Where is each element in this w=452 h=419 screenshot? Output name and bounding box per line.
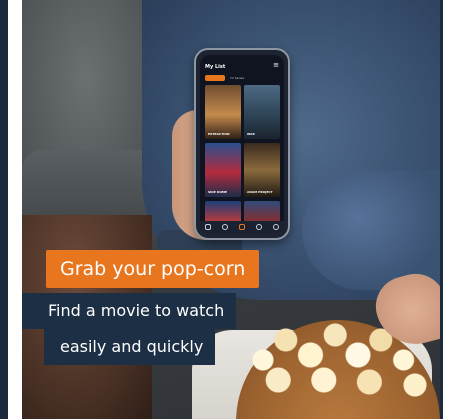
phone-screen: My List ≡ TV Series EXTRACTION WAR SIDE … xyxy=(200,55,284,233)
search-icon xyxy=(255,224,262,230)
hamburger-icon: ≡ xyxy=(273,61,279,69)
right-frame-strip xyxy=(440,0,452,419)
knee xyxy=(302,170,440,290)
tab-active xyxy=(205,75,225,81)
movie-poster: EXTRACTION xyxy=(205,85,241,139)
app-bottom-nav xyxy=(200,221,284,233)
profile-icon xyxy=(272,224,279,230)
tab-tv-series: TV Series xyxy=(230,76,245,80)
movie-poster: ADAM PROJECT xyxy=(244,143,280,197)
movie-poster xyxy=(244,201,280,223)
settings-icon xyxy=(222,224,229,230)
app-title: My List xyxy=(205,64,226,70)
headline-banner: Grab your pop-corn xyxy=(46,250,260,288)
subheadline-line-2: easily and quickly xyxy=(44,329,216,365)
movie-poster: WAR xyxy=(244,85,280,139)
smartphone: My List ≡ TV Series EXTRACTION WAR SIDE … xyxy=(194,48,290,240)
left-frame-strip xyxy=(0,0,11,419)
home-icon xyxy=(205,224,212,230)
movie-poster xyxy=(205,201,241,223)
subheadline-line-1: Find a movie to watch xyxy=(22,293,237,329)
movie-poster: SIDE DOME xyxy=(205,143,241,197)
list-icon xyxy=(238,224,245,230)
